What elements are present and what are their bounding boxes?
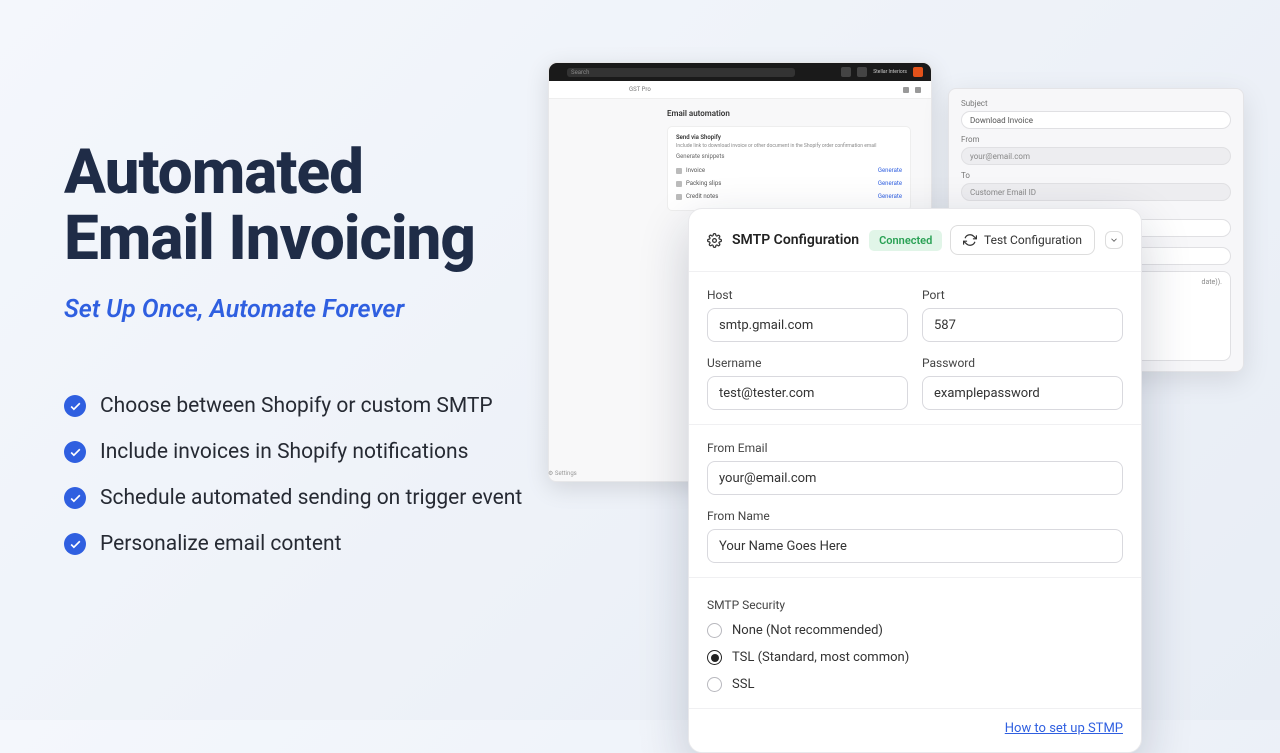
snippet-name: Invoice xyxy=(686,167,705,174)
security-radio[interactable]: SSL xyxy=(707,677,1123,692)
from-label: From xyxy=(961,135,1231,144)
titlebar-icon xyxy=(857,67,867,77)
doc-icon xyxy=(676,181,682,187)
feature-item: Schedule automated sending on trigger ev… xyxy=(64,486,624,510)
app-search: Search xyxy=(567,68,795,77)
feature-text: Choose between Shopify or custom SMTP xyxy=(100,394,493,418)
password-label: Password xyxy=(922,356,1123,370)
subject-label: Subject xyxy=(961,99,1231,108)
to-label: To xyxy=(961,171,1231,180)
feature-item: Choose between Shopify or custom SMTP xyxy=(64,394,624,418)
radio-icon xyxy=(707,650,722,665)
expand-toggle[interactable] xyxy=(1105,231,1123,249)
feature-item: Include invoices in Shopify notification… xyxy=(64,440,624,464)
test-configuration-button[interactable]: Test Configuration xyxy=(950,225,1095,255)
host-label: Host xyxy=(707,288,908,302)
refresh-icon xyxy=(963,233,977,247)
username-input[interactable] xyxy=(707,376,908,410)
host-input[interactable] xyxy=(707,308,908,342)
section-title: Email automation xyxy=(667,109,911,118)
generate-link[interactable]: Generate xyxy=(878,193,902,200)
headline: AutomatedEmail Invoicing xyxy=(64,140,624,271)
doc-icon xyxy=(676,194,682,200)
titlebar-icon xyxy=(841,67,851,77)
feature-text: Schedule automated sending on trigger ev… xyxy=(100,486,522,510)
marketing-block: AutomatedEmail Invoicing Set Up Once, Au… xyxy=(64,140,624,578)
subheadline: Set Up Once, Automate Forever xyxy=(64,295,624,324)
radio-icon xyxy=(707,677,722,692)
to-field[interactable]: Customer Email ID xyxy=(961,183,1231,201)
snippet-row: Credit notes Generate xyxy=(676,190,902,203)
crumb-icon xyxy=(903,87,909,93)
feature-item: Personalize email content xyxy=(64,532,624,556)
radio-label: SSL xyxy=(732,677,754,692)
security-radio[interactable]: None (Not recommended) xyxy=(707,623,1123,638)
from-email-input[interactable] xyxy=(707,461,1123,495)
port-input[interactable] xyxy=(922,308,1123,342)
crumb-icon xyxy=(915,87,921,93)
feature-list: Choose between Shopify or custom SMTP Inc… xyxy=(64,394,624,556)
port-label: Port xyxy=(922,288,1123,302)
username-label: Username xyxy=(707,356,908,370)
feature-text: Personalize email content xyxy=(100,532,341,556)
security-label: SMTP Security xyxy=(707,598,785,612)
feature-text: Include invoices in Shopify notification… xyxy=(100,440,468,464)
from-email-label: From Email xyxy=(707,441,1123,455)
snippet-name: Packing slips xyxy=(686,180,721,187)
snippet-name: Credit notes xyxy=(686,193,718,200)
check-icon xyxy=(64,487,86,509)
radio-icon xyxy=(707,623,722,638)
subject-field[interactable]: Download Invoice xyxy=(961,111,1231,129)
store-name: Stellar Interiors xyxy=(873,69,907,75)
radio-label: TSL (Standard, most common) xyxy=(732,650,909,665)
from-name-input[interactable] xyxy=(707,529,1123,563)
app-titlebar: Search Stellar Interiors xyxy=(549,63,931,81)
radio-label: None (Not recommended) xyxy=(732,623,883,638)
check-icon xyxy=(64,395,86,417)
status-badge: Connected xyxy=(869,230,942,251)
security-radio[interactable]: TSL (Standard, most common) xyxy=(707,650,1123,665)
generate-link[interactable]: Generate xyxy=(878,180,902,187)
generate-link[interactable]: Generate xyxy=(878,167,902,174)
app-crumb-bar: GST Pro xyxy=(549,81,931,99)
snippet-row: Packing slips Generate xyxy=(676,177,902,190)
smtp-config-card: SMTP Configuration Connected Test Config… xyxy=(688,208,1142,753)
check-icon xyxy=(64,441,86,463)
from-name-label: From Name xyxy=(707,509,1123,523)
gear-icon xyxy=(707,233,722,248)
check-icon xyxy=(64,533,86,555)
shopify-send-card: Send via Shopify Include link to downloa… xyxy=(667,126,911,211)
doc-icon xyxy=(676,168,682,174)
crumb-app-name: GST Pro xyxy=(629,86,651,93)
card-title: SMTP Configuration xyxy=(732,232,859,248)
store-avatar xyxy=(913,67,923,77)
help-link[interactable]: How to set up STMP xyxy=(1005,721,1123,736)
from-field[interactable]: your@email.com xyxy=(961,147,1231,165)
snippet-row: Invoice Generate xyxy=(676,164,902,177)
chevron-down-icon xyxy=(1109,235,1119,245)
password-input[interactable] xyxy=(922,376,1123,410)
